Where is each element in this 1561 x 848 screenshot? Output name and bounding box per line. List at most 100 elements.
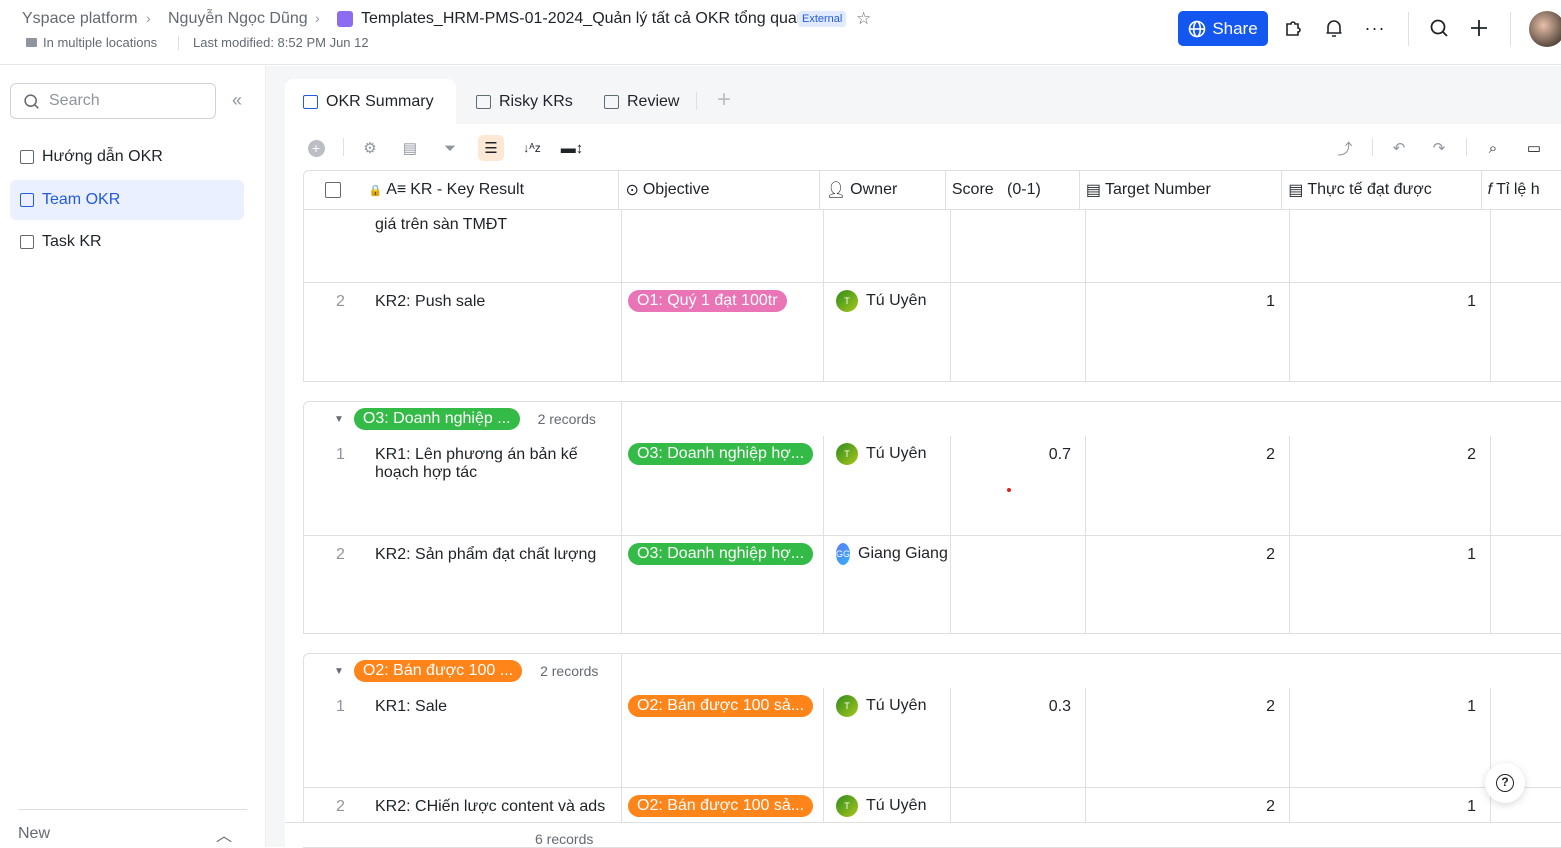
- owner-cell[interactable]: T Tú Uyên: [824, 688, 951, 787]
- collapse-sidebar-icon[interactable]: «: [232, 90, 242, 111]
- field-settings-icon[interactable]: ▤: [397, 135, 423, 161]
- comment-icon[interactable]: ▭: [1521, 135, 1547, 161]
- objective-cell[interactable]: O1: Quý 1 đạt 100tr: [622, 283, 824, 381]
- group-header[interactable]: ▼ O2: Bán được 100 ... 2 records: [303, 653, 1561, 689]
- plus-icon[interactable]: [1467, 16, 1491, 40]
- row-number[interactable]: 2: [304, 283, 363, 381]
- add-record-icon[interactable]: +: [303, 135, 329, 161]
- redo-icon[interactable]: ↷: [1426, 135, 1452, 161]
- owner-name: Giang Giang: [858, 545, 948, 562]
- table-row[interactable]: 2 KR2: Push sale O1: Quý 1 đạt 100tr T Tú Uy…: [303, 283, 1561, 382]
- filter-icon[interactable]: ⏷: [437, 135, 463, 161]
- select-all-checkbox[interactable]: [304, 171, 363, 209]
- column-header-owner[interactable]: 👤︎ Owner: [820, 171, 946, 209]
- objective-cell[interactable]: O2: Bán được 100 sả...: [622, 688, 824, 787]
- settings-icon[interactable]: ⚙: [357, 135, 383, 161]
- bell-icon[interactable]: [1322, 16, 1346, 40]
- table-row[interactable]: 2 KR2: Sản phẩm đạt chất lượng O3: Doanh n…: [303, 536, 1561, 634]
- target-cell[interactable]: 2: [1086, 688, 1290, 787]
- add-view-icon[interactable]: +: [717, 86, 731, 114]
- table-icon: [20, 235, 34, 249]
- chevron-right-icon: ›: [315, 10, 320, 26]
- sidebar-item-label: Task KR: [42, 233, 102, 250]
- user-avatar[interactable]: [1529, 11, 1561, 47]
- row-number-text: 2: [336, 293, 345, 310]
- ratio-cell[interactable]: [1491, 436, 1561, 535]
- actual-cell[interactable]: 2: [1290, 436, 1491, 535]
- search-icon[interactable]: [1427, 16, 1451, 40]
- owner: GG Giang Giang: [836, 543, 948, 565]
- column-label: Objective: [642, 181, 710, 198]
- find-icon[interactable]: ⌕: [1480, 135, 1506, 161]
- target-value: 2: [1266, 798, 1275, 815]
- collapse-triangle-icon[interactable]: ▼: [334, 666, 344, 677]
- column-header-kr[interactable]: 🔒 A≡ KR - Key Result: [363, 171, 620, 209]
- column-header-actual[interactable]: ▤ Thực tế đạt được: [1282, 171, 1482, 209]
- row-number[interactable]: 2: [304, 536, 363, 633]
- kr-cell[interactable]: KR2: Push sale: [363, 283, 622, 381]
- new-section-toggle[interactable]: New: [18, 825, 50, 843]
- sidebar-item-label: Hướng dẫn OKR: [42, 148, 163, 165]
- score-cell[interactable]: [951, 536, 1086, 633]
- kr-cell[interactable]: KR1: Lên phương án bản kế hoạch hợp tác: [363, 436, 622, 535]
- target-cell[interactable]: 1: [1086, 283, 1290, 381]
- sidebar-item-huong-dan-okr[interactable]: Hướng dẫn OKR: [10, 137, 244, 177]
- score-cell[interactable]: 0.7: [951, 436, 1086, 535]
- star-icon[interactable]: ☆: [856, 9, 871, 29]
- tab-risky-krs[interactable]: Risky KRs: [458, 79, 591, 124]
- column-label: Owner: [850, 181, 898, 198]
- score-cell[interactable]: 0.3: [951, 688, 1086, 787]
- owner-cell[interactable]: T Tú Uyên: [824, 436, 951, 535]
- table-icon: [20, 150, 34, 164]
- row-height-icon[interactable]: ▬↕: [559, 135, 585, 161]
- owner-name: Tú Uyên: [866, 445, 927, 462]
- search-input[interactable]: Search: [10, 83, 216, 119]
- share-button[interactable]: Share: [1178, 11, 1268, 46]
- row-number[interactable]: 1: [304, 436, 363, 535]
- group-header[interactable]: ▼ O3: Doanh nghiệp ... 2 records: [303, 401, 1561, 437]
- folder-icon: [26, 38, 37, 47]
- column-header-objective[interactable]: ⊙ Objective: [619, 171, 820, 209]
- column-header-score[interactable]: Score (0-1): [946, 171, 1080, 209]
- tab-okr-summary[interactable]: OKR Summary: [285, 79, 456, 124]
- kr-cell[interactable]: KR2: Sản phẩm đạt chất lượng: [363, 536, 622, 633]
- divider: [178, 36, 179, 50]
- owner-cell[interactable]: T Tú Uyên: [824, 283, 951, 381]
- column-header-target-number[interactable]: ▤ Target Number: [1080, 171, 1283, 209]
- breadcrumb-workspace[interactable]: Yspace platform: [22, 10, 138, 28]
- kr-cell[interactable]: KR1: Sale: [363, 688, 622, 787]
- actual-cell[interactable]: 1: [1290, 283, 1491, 381]
- doc-title[interactable]: Templates_HRM-PMS-01-2024_Quản lý tất cả…: [361, 10, 806, 28]
- objective-cell[interactable]: O3: Doanh nghiệp hợ...: [622, 536, 824, 633]
- group-icon[interactable]: ☰: [478, 135, 504, 161]
- more-icon[interactable]: ···: [1363, 16, 1387, 40]
- tab-label: OKR Summary: [326, 92, 434, 110]
- ratio-cell[interactable]: [1491, 283, 1561, 381]
- undo-icon[interactable]: ↶: [1386, 135, 1412, 161]
- target-cell[interactable]: 2: [1086, 436, 1290, 535]
- ratio-cell[interactable]: [1491, 536, 1561, 633]
- score-cell[interactable]: [951, 283, 1086, 381]
- share-view-icon[interactable]: ⤴: [1332, 135, 1358, 161]
- collapse-triangle-icon[interactable]: ▼: [334, 414, 344, 425]
- objective-cell[interactable]: O3: Doanh nghiệp hợ...: [622, 436, 824, 535]
- table-row[interactable]: 1 KR1: Sale O2: Bán được 100 sả... T Tú Uyên…: [303, 688, 1561, 788]
- actual-cell[interactable]: 1: [1290, 536, 1491, 633]
- actual-cell[interactable]: 1: [1290, 688, 1491, 787]
- column-header-ratio[interactable]: f Tỉ lệ h: [1482, 171, 1561, 209]
- sidebar-item-task-kr[interactable]: Task KR: [10, 222, 244, 262]
- sidebar: Search « Hướng dẫn OKR Team OKR Task KR …: [0, 66, 266, 847]
- chevron-up-icon[interactable]: ︿: [216, 822, 232, 846]
- target-cell[interactable]: 2: [1086, 536, 1290, 633]
- help-button[interactable]: ?: [1485, 763, 1525, 803]
- plugin-icon[interactable]: [1282, 16, 1306, 40]
- sidebar-item-team-okr[interactable]: Team OKR: [10, 180, 244, 220]
- sort-icon[interactable]: ↓ᴬz: [519, 135, 545, 161]
- location-text[interactable]: In multiple locations: [43, 35, 157, 50]
- breadcrumb-owner[interactable]: Nguyễn Ngọc Dũng: [168, 10, 308, 28]
- owner-cell[interactable]: GG Giang Giang: [824, 536, 951, 633]
- table-row[interactable]: 1 KR1: Lên phương án bản kế hoạch hợp tác…: [303, 436, 1561, 536]
- row-number-text: 2: [336, 798, 345, 815]
- tab-review[interactable]: Review: [586, 79, 697, 124]
- row-number[interactable]: 1: [304, 688, 363, 787]
